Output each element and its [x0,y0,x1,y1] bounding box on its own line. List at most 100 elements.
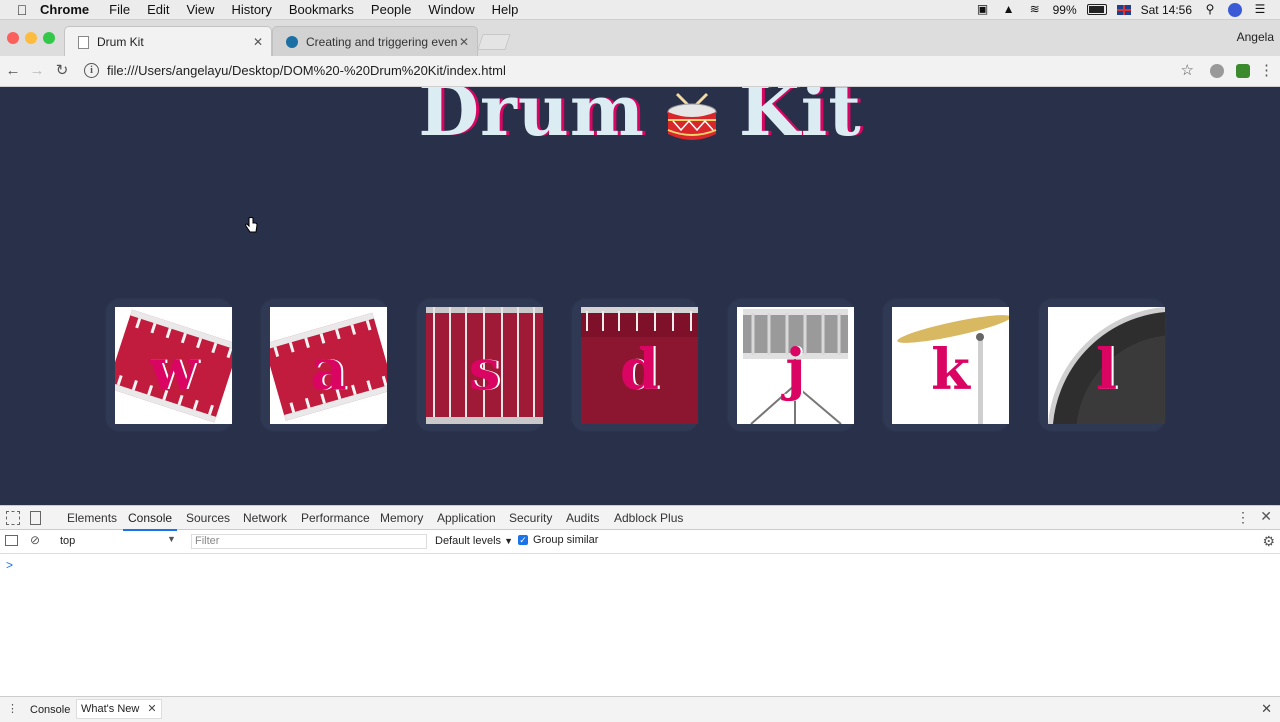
page-favicon-icon [78,35,89,49]
drum-key-label: l [1095,337,1118,403]
new-tab-button[interactable] [477,34,511,50]
tab-close-icon[interactable]: ✕ [457,35,471,49]
back-arrow-icon[interactable]: ← [3,61,23,81]
drawer-close-icon[interactable]: ✕ [1261,701,1272,717]
title-kit: Kit [738,87,862,152]
context-selector[interactable]: top [60,535,75,547]
close-window-button[interactable] [7,32,19,44]
device-toolbar-icon[interactable] [30,511,41,525]
devtools-tab-application[interactable]: Application [437,511,496,525]
context-dropdown-icon[interactable]: ▼ [167,534,176,544]
menu-history[interactable]: History [231,2,271,17]
group-similar-toggle[interactable]: ✓ Group similar [518,534,598,546]
menu-bar-status-area: ▣ ▲ ≋ 99% Sat 14:56 ⚲ ☰ [975,0,1268,19]
page-title: Drum Kit [0,87,1280,152]
extension-icon[interactable] [1210,64,1224,78]
keyboard-flag-icon[interactable] [1116,4,1131,15]
apple-menu-icon[interactable]:  [14,2,30,18]
browser-toolbar: ← → ↻ i file:///Users/angelayu/Desktop/D… [0,56,1280,87]
tab-drum-kit[interactable]: Drum Kit ✕ [64,26,272,57]
profile-name[interactable]: Angela [1237,30,1274,44]
drum-image: a [270,307,387,424]
console-prompt[interactable]: > [6,558,13,572]
bookmark-star-icon[interactable]: ☆ [1181,61,1194,79]
drum-button-j[interactable]: j [728,299,854,431]
airplay-icon[interactable]: ▲ [1001,3,1017,16]
drum-button-d[interactable]: d [572,299,698,431]
log-levels-dropdown[interactable]: Default levels ▼ [435,535,513,547]
drawer-tab-close-icon[interactable]: ✕ [147,703,156,715]
wifi-icon[interactable]: ≋ [1027,3,1043,16]
menu-edit[interactable]: Edit [147,2,169,17]
menu-app-chrome[interactable]: Chrome [40,2,89,17]
address-url[interactable]: file:///Users/angelayu/Desktop/DOM%20-%2… [107,63,506,78]
page-info-icon[interactable]: i [84,62,99,78]
notification-center-icon[interactable]: ☰ [1252,3,1268,16]
devtools-tab-adblock-plus[interactable]: Adblock Plus [614,511,683,525]
devtools-tab-sources[interactable]: Sources [186,511,230,525]
drum-image: d [581,307,698,424]
drawer-menu-icon[interactable]: ⋮ [7,702,18,715]
drum-key-label: d [619,337,660,403]
drum-button-a[interactable]: a [261,299,387,431]
drum-image: w [115,307,232,424]
console-filter-input[interactable]: Filter [191,534,427,549]
drum-key-label: k [931,337,970,403]
menu-help[interactable]: Help [492,2,519,17]
devtools-tab-network[interactable]: Network [243,511,287,525]
camera-icon[interactable]: ▣ [975,3,991,16]
menu-clock[interactable]: Sat 14:56 [1141,3,1192,17]
menu-bookmarks[interactable]: Bookmarks [289,2,354,17]
sidebar-toggle-icon[interactable] [5,535,18,546]
devtools-more-icon[interactable]: ⋮ [1236,509,1250,526]
tab-creating-events[interactable]: Creating and triggering events ✕ [272,26,478,57]
checkbox-checked-icon[interactable]: ✓ [518,535,528,545]
drum-key-label: s [468,337,501,403]
devtools-close-icon[interactable]: ✕ [1260,508,1272,525]
devtools-panel: Elements Console Sources Network Perform… [0,505,1280,722]
zoom-window-button[interactable] [43,32,55,44]
spotlight-search-icon[interactable]: ⚲ [1202,3,1218,16]
extension-tree-icon[interactable] [1236,64,1250,78]
drum-button-s[interactable]: s [417,299,543,431]
address-bar[interactable]: i file:///Users/angelayu/Desktop/DOM%20-… [80,59,1202,81]
drawer-tab-console[interactable]: Console [30,704,70,716]
console-settings-gear-icon[interactable]: ⚙ [1262,533,1275,550]
tab-label: Drum Kit [97,35,144,49]
siri-icon[interactable] [1228,2,1242,17]
battery-icon[interactable] [1086,4,1107,15]
udemy-favicon-icon [286,36,298,48]
drawer-tab-label: What's New [81,703,140,715]
drum-image: l [1048,307,1165,424]
forward-arrow-icon[interactable]: → [27,61,47,81]
menu-view[interactable]: View [186,2,214,17]
menu-people[interactable]: People [371,2,411,17]
devtools-tab-console[interactable]: Console [122,511,178,531]
levels-dropdown-icon: ▼ [504,536,514,546]
menu-file[interactable]: File [109,2,130,17]
drum-emoji-icon [663,87,721,140]
drum-button-l[interactable]: l [1039,299,1165,431]
tab-label: Creating and triggering events [306,35,457,49]
group-similar-label: Group similar [533,534,599,546]
drum-image: k [892,307,1009,424]
devtools-tab-performance[interactable]: Performance [301,511,370,525]
devtools-tab-elements[interactable]: Elements [67,511,117,525]
drum-button-k[interactable]: k [883,299,1009,431]
minimize-window-button[interactable] [25,32,37,44]
drum-button-w[interactable]: w [106,299,232,431]
devtools-tab-memory[interactable]: Memory [380,511,423,525]
clear-console-icon[interactable]: ⊘ [30,533,40,547]
drawer-tab-whats-new[interactable]: What's New ✕ [76,699,162,719]
drum-set: w a s d j k l [106,299,1176,433]
devtools-tab-audits[interactable]: Audits [566,511,599,525]
menu-window[interactable]: Window [428,2,474,17]
chrome-menu-icon[interactable]: ⋮ [1259,61,1274,79]
log-levels-label: Default levels [435,535,502,547]
reload-icon[interactable]: ↻ [52,61,72,81]
devtools-tab-security[interactable]: Security [509,511,552,525]
devtools-tab-bar: Elements Console Sources Network Perform… [0,506,1280,531]
inspect-element-icon[interactable] [6,511,20,525]
drum-image: j [737,307,854,424]
tab-close-icon[interactable]: ✕ [251,35,265,49]
